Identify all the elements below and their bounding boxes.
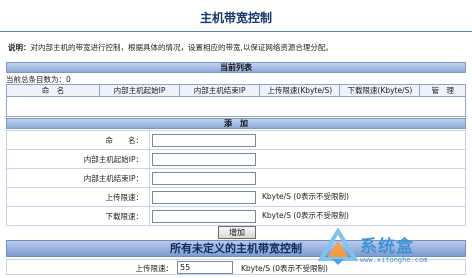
watermark-text: 系统盒 (360, 237, 414, 257)
download-limit-unit: Kbyte/S (0表示不受限制) (262, 211, 349, 220)
description: 说明：对内部主机的带宽进行控制，根据具体的情况，设置相应的带宽,以保证网络资源合… (8, 42, 333, 53)
entry-count-value: 0 (66, 75, 71, 84)
site-watermark: 系统盒 www.xitonghe.com (318, 226, 466, 272)
download-limit-label: 下载限速： (6, 206, 150, 226)
start-ip-input[interactable] (152, 152, 256, 166)
column-manage: 管 理 (431, 86, 454, 95)
page-title: 主机带宽控制 (199, 11, 272, 25)
download-limit-input[interactable] (152, 209, 256, 223)
name-input[interactable] (152, 133, 256, 147)
undefined-upload-label: 上传限速： (135, 264, 174, 273)
column-end-ip: 内部主机结束IP (180, 85, 261, 96)
description-text: 对内部主机的带宽进行控制，根据具体的情况，设置相应的带宽,以保证网络资源合理分配… (30, 43, 333, 52)
add-button[interactable]: 增加 (218, 226, 256, 239)
upload-limit-unit: Kbyte/S (0表示不受限制) (262, 192, 349, 201)
upload-limit-label: 上传限速： (6, 187, 150, 207)
title-divider (0, 31, 472, 32)
description-label: 说明： (8, 43, 31, 52)
watermark-logo-icon (318, 228, 358, 265)
current-list-header: 当前列表 (6, 62, 466, 73)
end-ip-label: 内部主机结束IP： (6, 168, 150, 188)
list-column-headers: 命 名 内部主机起始IP 内部主机结束IP 上传限速(Kbyte/S) 下载限速… (6, 84, 466, 97)
column-upload-limit: 上传限速(Kbyte/S) (260, 85, 341, 96)
watermark-url: www.xitonghe.com (360, 256, 428, 264)
add-section-header: 添 加 (6, 118, 466, 129)
name-label: 命 名： (6, 130, 150, 150)
column-start-ip: 内部主机起始IP (100, 85, 181, 96)
list-body (6, 97, 466, 117)
column-name: 命 名 (7, 85, 100, 96)
entry-count-label: 当前总条目数为： (6, 75, 66, 84)
undefined-upload-unit: Kbyte/S (0表示不受限制) (241, 264, 328, 273)
end-ip-input[interactable] (152, 171, 256, 185)
add-form: 命 名： 内部主机起始IP： 内部主机结束IP： 上传限速： Kbyte/S (… (6, 130, 466, 226)
start-ip-label: 内部主机起始IP： (6, 149, 150, 169)
undefined-upload-input[interactable]: 55 (177, 261, 233, 274)
column-download-limit: 下载限速(Kbyte/S) (340, 85, 421, 96)
upload-limit-input[interactable] (152, 190, 256, 204)
